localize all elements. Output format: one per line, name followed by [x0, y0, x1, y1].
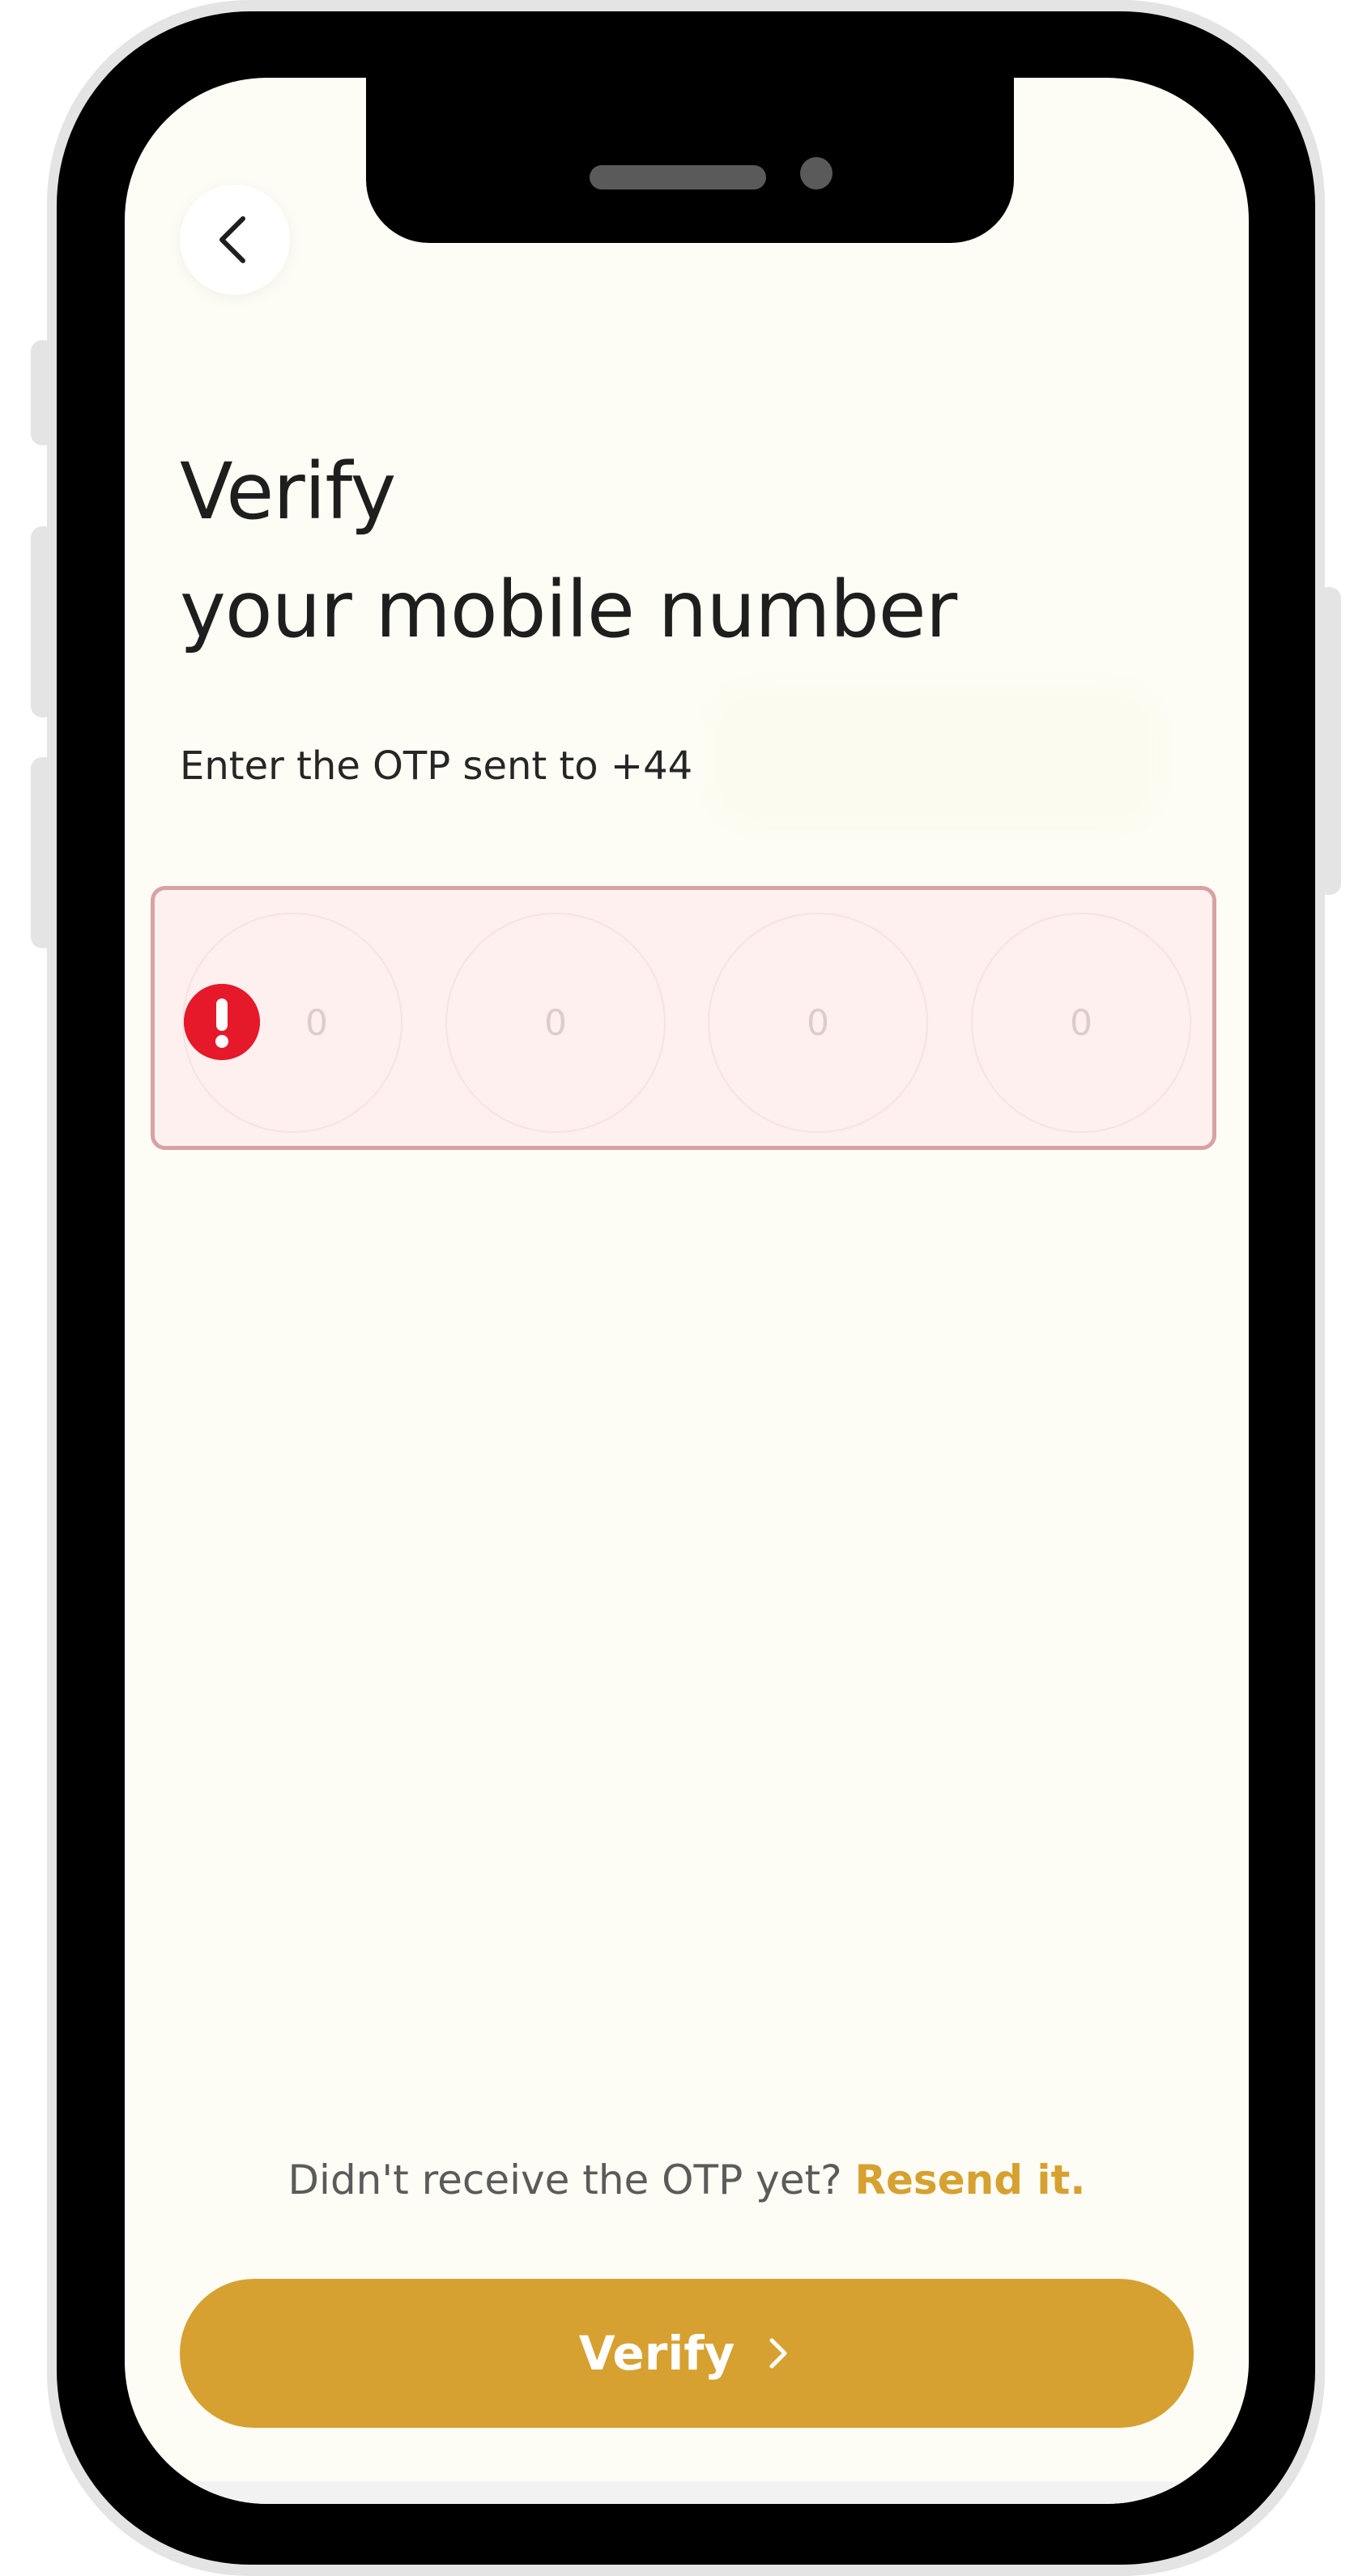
phone-side-button-volume-up	[31, 526, 55, 717]
notch	[366, 78, 1014, 243]
resend-link[interactable]: Resend it.	[855, 2157, 1086, 2203]
exclamation-icon	[184, 984, 260, 1060]
phone-number-redaction	[708, 683, 1161, 829]
otp-digit-2-placeholder: 0	[544, 1002, 567, 1044]
resend-row: Didn't receive the OTP yet? Resend it.	[125, 2148, 1249, 2212]
otp-digit-4-placeholder: 0	[1070, 1002, 1092, 1044]
front-camera	[800, 157, 833, 189]
phone-side-button-volume-down	[31, 757, 55, 948]
otp-digit-1-placeholder: 0	[305, 1002, 328, 1044]
otp-digit-2[interactable]: 0	[445, 913, 666, 1133]
phone-side-button-power	[1315, 587, 1341, 895]
page-title-line-1: Verify	[180, 446, 396, 537]
resend-prompt: Didn't receive the OTP yet?	[287, 2157, 842, 2203]
verify-button-label: Verify	[578, 2326, 735, 2381]
back-button[interactable]	[180, 185, 290, 295]
page-title-line-2: your mobile number	[180, 564, 957, 655]
otp-input-group: 0 0 0 0	[151, 886, 1216, 1150]
otp-digit-4[interactable]: 0	[971, 913, 1191, 1133]
verify-button[interactable]: Verify	[180, 2279, 1194, 2428]
chevron-right-icon	[769, 2338, 787, 2369]
page-title: Verify your mobile number	[180, 432, 1192, 669]
phone-side-button-mute	[31, 340, 55, 445]
screen: Verify your mobile number Enter the OTP …	[125, 78, 1249, 2504]
speaker-grille	[590, 165, 766, 189]
otp-digit-3-placeholder: 0	[807, 1002, 829, 1044]
android-nav-bar	[125, 2481, 1249, 2504]
otp-digit-3[interactable]: 0	[708, 913, 928, 1133]
otp-instructions: Enter the OTP sent to +44	[180, 743, 693, 789]
chevron-left-icon	[219, 216, 245, 263]
